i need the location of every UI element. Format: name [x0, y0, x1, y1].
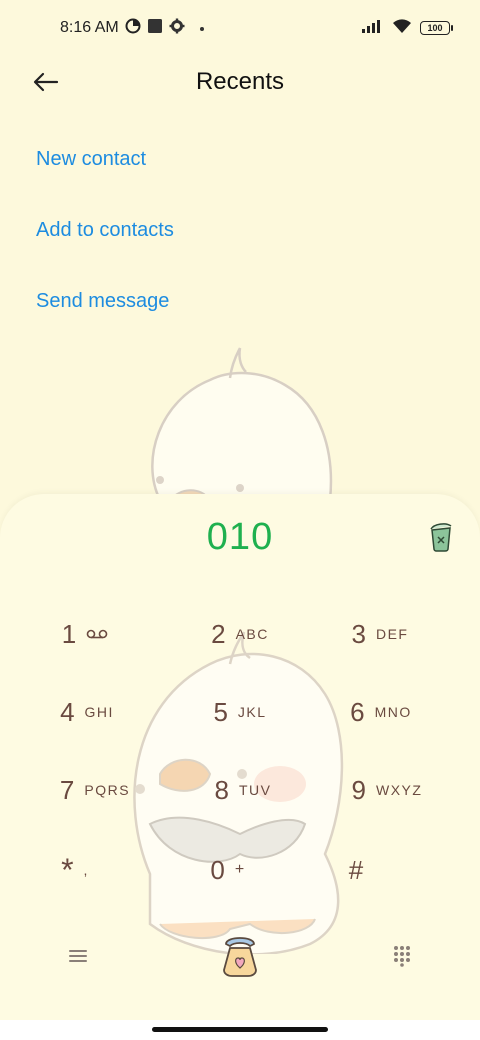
status-bar: 8:16 AM 100 — [0, 0, 480, 56]
key-digit: 9 — [351, 774, 366, 805]
new-contact-link[interactable]: New contact — [36, 148, 146, 171]
signal-icon — [362, 19, 384, 38]
key-star[interactable]: * , — [0, 840, 150, 900]
key-5[interactable]: 5 JKL — [165, 682, 315, 742]
send-message-link[interactable]: Send message — [36, 290, 169, 313]
key-digit: # — [348, 854, 364, 885]
key-digit: 6 — [350, 696, 365, 727]
navigation-bar — [0, 1020, 480, 1040]
key-hash[interactable]: # — [281, 840, 431, 900]
key-3[interactable]: 3 DEF — [305, 604, 455, 664]
key-digit: 4 — [60, 696, 75, 727]
key-digit: 2 — [211, 618, 226, 649]
menu-icon — [69, 950, 87, 962]
keypad-icon — [394, 946, 410, 967]
duck-illustration — [151, 347, 333, 501]
clear-button[interactable] — [428, 522, 454, 552]
battery-icon: 100 — [420, 21, 453, 35]
voicemail-icon — [86, 629, 108, 639]
settings-icon — [169, 18, 185, 39]
key-digit: 3 — [351, 618, 366, 649]
key-7[interactable]: 7 PQRS — [20, 760, 170, 820]
add-to-contacts-link[interactable]: Add to contacts — [36, 219, 174, 242]
key-digit: * — [61, 851, 74, 888]
dialer-panel: 010 1 2 ABC 3 DEF 4 GHI 5 JKL 6 MNO 7 PQ… — [0, 494, 480, 1020]
back-button[interactable] — [26, 62, 66, 102]
home-indicator[interactable] — [152, 1027, 328, 1032]
battery-level: 100 — [427, 23, 443, 33]
data-saver-icon — [125, 18, 141, 39]
app-header: Recents — [0, 56, 480, 108]
trash-clear-icon — [430, 523, 452, 552]
back-arrow-icon — [33, 72, 59, 92]
status-time: 8:16 AM — [60, 19, 119, 36]
keypad-toggle-button[interactable] — [382, 936, 422, 976]
dot-icon — [199, 19, 205, 37]
key-2[interactable]: 2 ABC — [165, 604, 315, 664]
call-button[interactable] — [216, 928, 264, 978]
key-digit: 7 — [59, 774, 75, 805]
call-phone-icon — [223, 937, 257, 977]
key-letters: DEF — [375, 626, 409, 642]
key-digit: 1 — [61, 618, 77, 649]
key-letters: , — [83, 862, 89, 878]
page-title: Recents — [195, 68, 285, 95]
key-8[interactable]: 8 TUV — [168, 760, 318, 820]
key-9[interactable]: 9 WXYZ — [312, 760, 462, 820]
key-letters: ABC — [235, 626, 269, 642]
key-1[interactable]: 1 — [10, 604, 160, 664]
dialed-number: 010 — [206, 516, 274, 558]
menu-button[interactable] — [58, 936, 98, 976]
key-letters: + — [234, 861, 246, 878]
key-4[interactable]: 4 GHI — [12, 682, 162, 742]
key-letters: PQRS — [84, 782, 131, 798]
key-digit: 0 — [210, 854, 225, 885]
key-digit: 5 — [213, 696, 228, 727]
key-letters: JKL — [237, 704, 267, 720]
key-letters: GHI — [84, 704, 114, 720]
wifi-icon — [392, 18, 412, 39]
key-6[interactable]: 6 MNO — [306, 682, 456, 742]
square-icon — [147, 18, 163, 39]
key-letters: WXYZ — [376, 782, 423, 798]
key-letters: TUV — [238, 782, 272, 798]
key-letters: MNO — [374, 704, 412, 720]
key-digit: 8 — [214, 774, 229, 805]
